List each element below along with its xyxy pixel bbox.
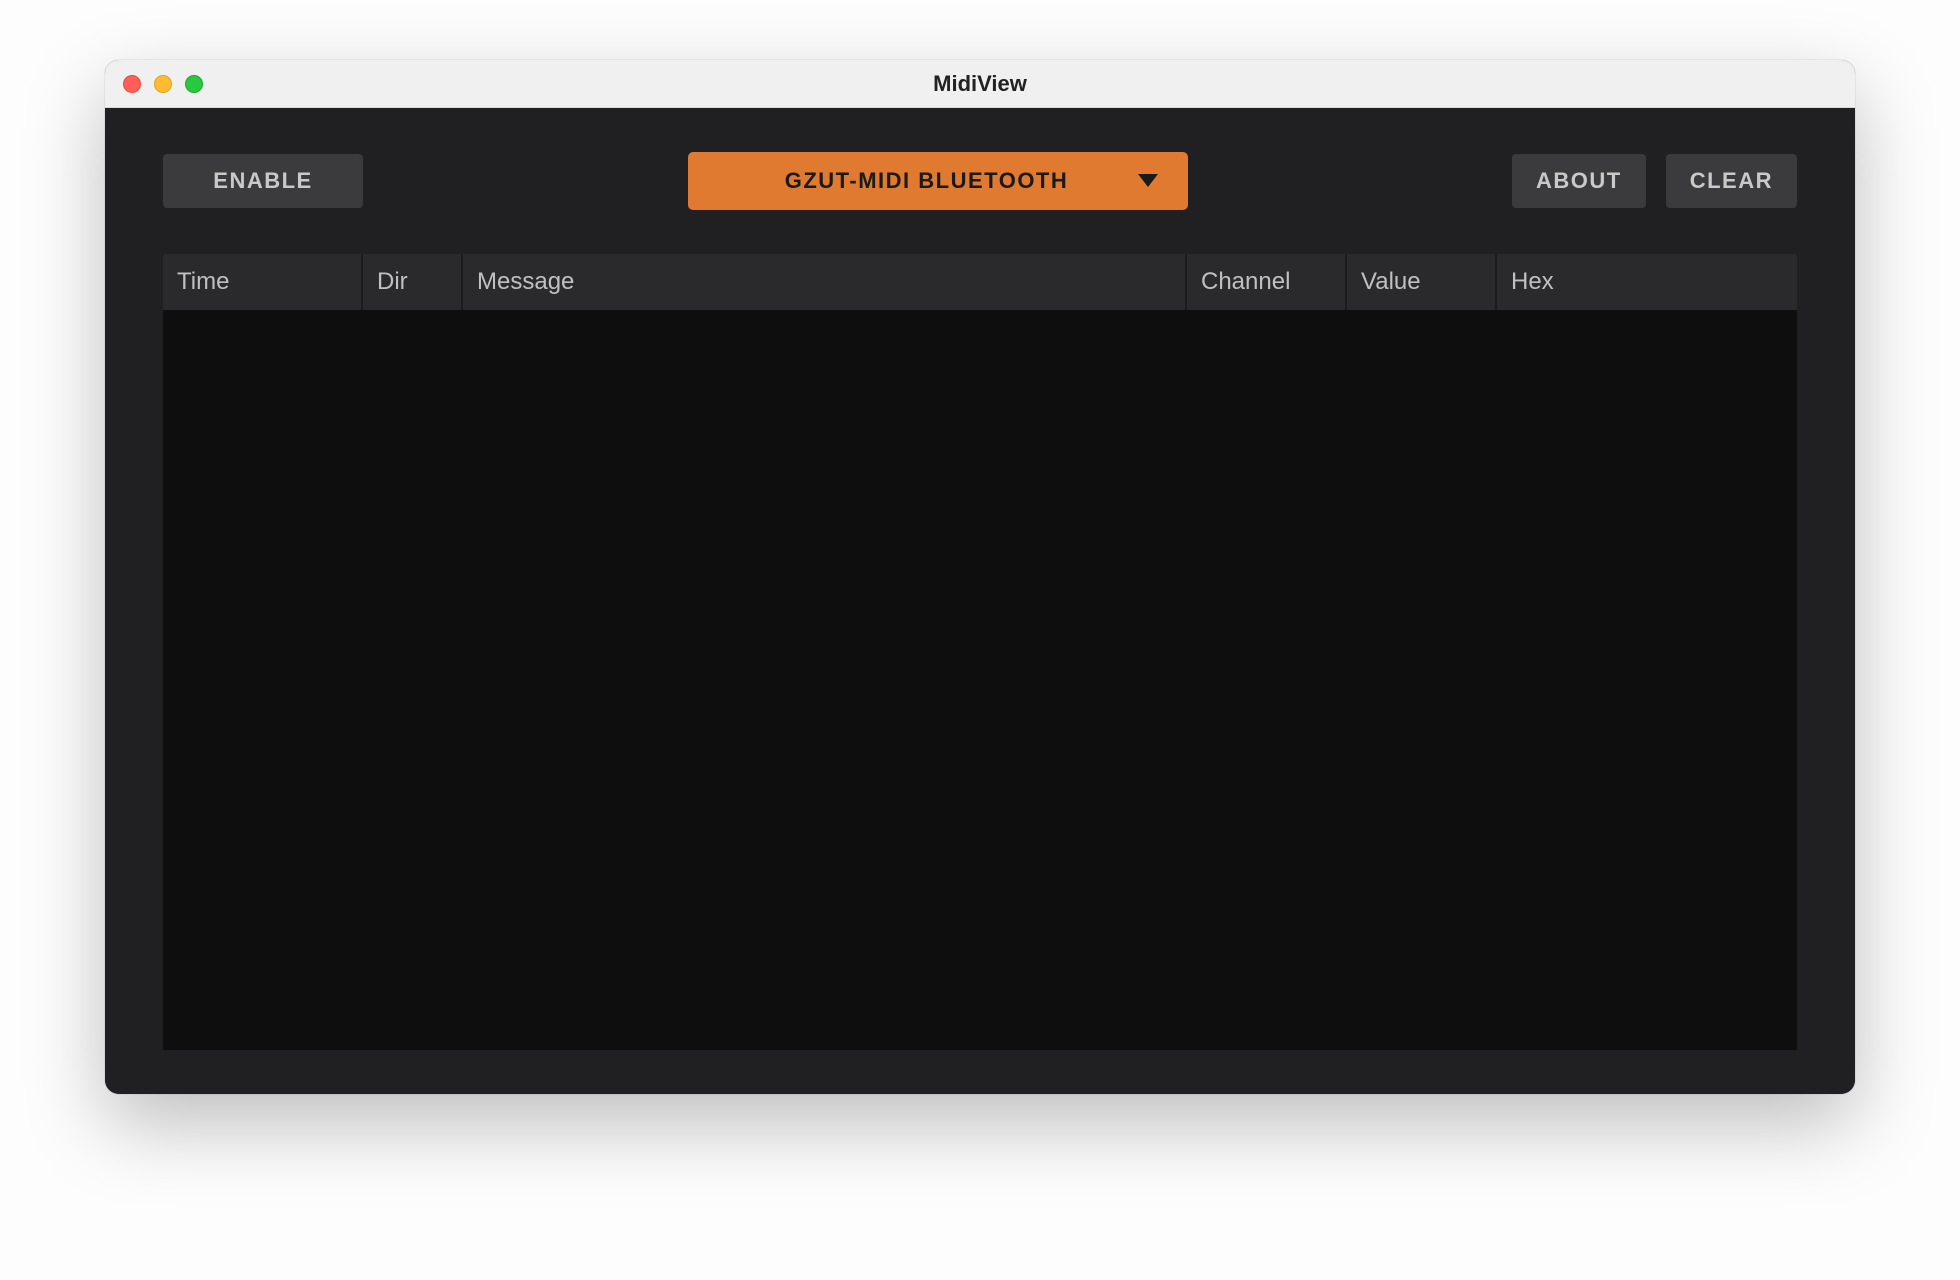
app-window: MidiView ENABLE GZUT-MIDI BLUETOOTH ABOU… (105, 60, 1855, 1094)
column-header-value[interactable]: Value (1347, 254, 1497, 310)
minimize-icon[interactable] (154, 75, 172, 93)
window-title: MidiView (105, 71, 1855, 97)
column-header-channel[interactable]: Channel (1187, 254, 1347, 310)
device-selected-label: GZUT-MIDI BLUETOOTH (785, 168, 1069, 194)
column-header-time[interactable]: Time (163, 254, 363, 310)
right-button-group: ABOUT CLEAR (1512, 154, 1797, 208)
device-dropdown[interactable]: GZUT-MIDI BLUETOOTH (688, 152, 1188, 210)
toolbar: ENABLE GZUT-MIDI BLUETOOTH ABOUT CLEAR (163, 152, 1797, 210)
enable-button[interactable]: ENABLE (163, 154, 363, 208)
table-header: Time Dir Message Channel Value Hex (163, 254, 1797, 310)
content-area: ENABLE GZUT-MIDI BLUETOOTH ABOUT CLEAR T… (105, 108, 1855, 1094)
column-header-dir[interactable]: Dir (363, 254, 463, 310)
column-header-message[interactable]: Message (463, 254, 1187, 310)
column-header-hex[interactable]: Hex (1497, 254, 1797, 310)
close-icon[interactable] (123, 75, 141, 93)
chevron-down-icon (1138, 168, 1158, 194)
table-body-empty[interactable] (163, 310, 1797, 1050)
midi-log-table: Time Dir Message Channel Value Hex (163, 254, 1797, 1050)
clear-button[interactable]: CLEAR (1666, 154, 1797, 208)
about-button[interactable]: ABOUT (1512, 154, 1646, 208)
window-controls (105, 75, 203, 93)
titlebar[interactable]: MidiView (105, 60, 1855, 108)
fullscreen-icon[interactable] (185, 75, 203, 93)
